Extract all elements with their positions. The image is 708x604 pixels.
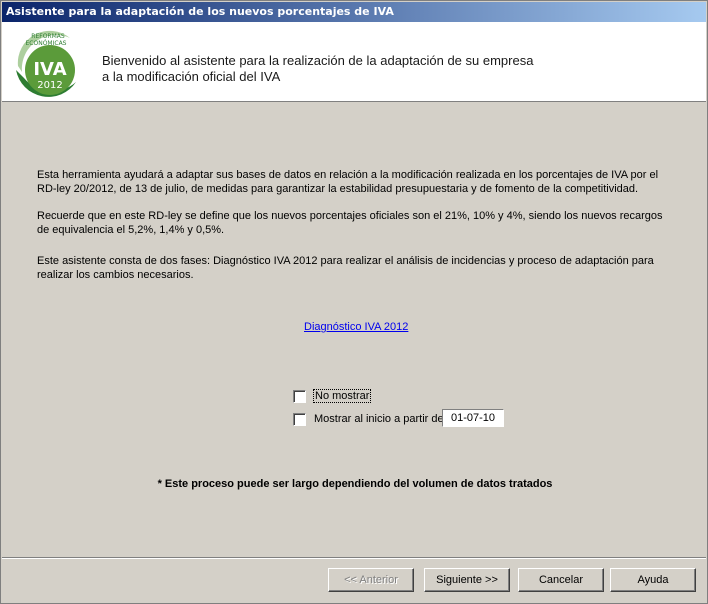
wizard-window: Asistente para la adaptación de los nuev… [0, 0, 708, 604]
mostrar-inicio-label[interactable]: Mostrar al inicio a partir de [314, 413, 444, 425]
wizard-header: REFORMAS ECONÓMICAS IVA 2012 Bienvenido … [2, 22, 706, 102]
intro-paragraph: Esta herramienta ayudará a adaptar sus b… [37, 169, 659, 195]
no-mostrar-checkbox[interactable] [293, 389, 306, 403]
iva-2012-logo: REFORMAS ECONÓMICAS IVA 2012 [13, 28, 83, 98]
mostrar-inicio-checkbox[interactable] [293, 412, 306, 426]
next-button[interactable]: Siguiente >> [424, 568, 510, 592]
start-date-field[interactable]: 01-07-10 [442, 409, 504, 427]
svg-text:REFORMAS: REFORMAS [31, 33, 65, 40]
percentages-paragraph: Recuerde que en este RD-ley se define qu… [37, 210, 663, 236]
no-mostrar-row[interactable]: No mostrar [293, 388, 372, 404]
welcome-text: Bienvenido al asistente para la realizac… [102, 53, 533, 85]
no-mostrar-label[interactable]: No mostrar [312, 389, 372, 403]
process-note: * Este proceso puede ser largo dependien… [157, 478, 553, 490]
help-button[interactable]: Ayuda [610, 568, 696, 592]
footer-divider-highlight [2, 558, 706, 559]
svg-text:IVA: IVA [33, 59, 66, 80]
welcome-line-2: a la modificación oficial del IVA [102, 69, 281, 84]
cancel-button[interactable]: Cancelar [518, 568, 604, 592]
phases-paragraph: Este asistente consta de dos fases: Diag… [37, 255, 654, 281]
back-button[interactable]: << Anterior [328, 568, 414, 592]
diagnostico-link[interactable]: Diagnóstico IVA 2012 [304, 321, 408, 333]
mostrar-inicio-row[interactable]: Mostrar al inicio a partir de [293, 411, 444, 427]
svg-text:2012: 2012 [37, 80, 62, 91]
window-title: Asistente para la adaptación de los nuev… [6, 5, 394, 18]
title-bar: Asistente para la adaptación de los nuev… [2, 2, 706, 22]
welcome-line-1: Bienvenido al asistente para la realizac… [102, 53, 534, 68]
svg-text:ECONÓMICAS: ECONÓMICAS [26, 40, 67, 47]
